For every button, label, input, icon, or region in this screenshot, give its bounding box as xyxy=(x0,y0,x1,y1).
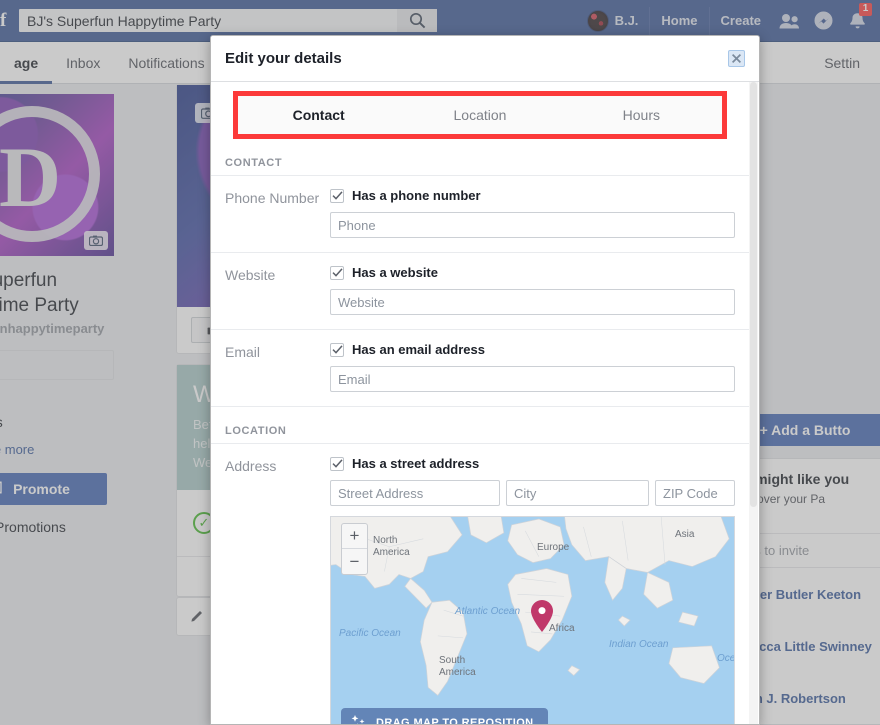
field-label-email: Email xyxy=(225,342,330,392)
checkbox-has-street-address[interactable] xyxy=(330,457,344,471)
tab-location[interactable]: Location xyxy=(399,107,560,123)
map-label-south-america: SouthAmerica xyxy=(439,655,476,679)
checkbox-line-website[interactable]: Has a website xyxy=(330,265,735,280)
dialog-scrollbar-thumb[interactable] xyxy=(750,82,757,507)
field-row-website: Website Has a website xyxy=(211,253,749,330)
field-label-address: Address xyxy=(225,456,330,724)
field-row-address: Address Has a street address xyxy=(211,444,749,724)
field-label-website: Website xyxy=(225,265,330,315)
checkbox-has-website[interactable] xyxy=(330,266,344,280)
map-zoom-controls[interactable]: + − xyxy=(341,523,368,575)
map-label-atlantic-ocean: Atlantic Ocean xyxy=(455,606,520,617)
close-icon[interactable] xyxy=(728,50,745,67)
city-input[interactable] xyxy=(506,480,649,506)
drag-map-hint: DRAG MAP TO REPOSITION xyxy=(341,708,548,724)
map-label-asia: Asia xyxy=(675,529,694,540)
checkbox-label-has-email: Has an email address xyxy=(352,342,485,357)
checkbox-label-has-street-address: Has a street address xyxy=(352,456,479,471)
section-heading-contact: CONTACT xyxy=(211,139,749,176)
dialog-title: Edit your details xyxy=(225,50,342,67)
dialog-body: Contact Location Hours CONTACT Phone Num… xyxy=(211,82,759,724)
field-controls-address: Has a street address xyxy=(330,456,735,724)
checkbox-label-has-phone: Has a phone number xyxy=(352,188,481,203)
sparkle-icon xyxy=(351,715,368,724)
street-address-input[interactable] xyxy=(330,480,500,506)
map-label-europe: Europe xyxy=(537,542,569,553)
dialog-scrollbar[interactable] xyxy=(749,82,758,724)
checkbox-line-phone[interactable]: Has a phone number xyxy=(330,188,735,203)
dialog-scroll-region: Contact Location Hours CONTACT Phone Num… xyxy=(211,82,759,724)
dialog-header: Edit your details xyxy=(211,36,759,82)
map-label-north-america: NorthAmerica xyxy=(373,535,410,559)
field-row-email: Email Has an email address xyxy=(211,330,749,407)
checkbox-line-email[interactable]: Has an email address xyxy=(330,342,735,357)
edit-details-dialog: Edit your details Contact Location Hours… xyxy=(210,35,760,725)
map-label-pacific-ocean: Pacific Ocean xyxy=(339,628,401,639)
map-zoom-out-button[interactable]: − xyxy=(342,549,367,574)
map-location-pin[interactable] xyxy=(529,599,555,633)
drag-map-label: DRAG MAP TO REPOSITION xyxy=(376,717,534,724)
location-map[interactable]: + − NorthAmerica SouthAmerica Europe Afr… xyxy=(330,516,735,724)
tab-contact[interactable]: Contact xyxy=(238,107,399,123)
checkbox-has-email[interactable] xyxy=(330,343,344,357)
checkbox-line-address[interactable]: Has a street address xyxy=(330,456,735,471)
tab-hours[interactable]: Hours xyxy=(561,107,722,123)
checkbox-has-phone[interactable] xyxy=(330,189,344,203)
section-heading-location: LOCATION xyxy=(211,407,749,444)
zip-code-input[interactable] xyxy=(655,480,735,506)
phone-input[interactable] xyxy=(330,212,735,238)
dialog-tabs: Contact Location Hours xyxy=(238,96,722,134)
address-input-group xyxy=(330,480,735,506)
website-input[interactable] xyxy=(330,289,735,315)
field-row-phone: Phone Number Has a phone number xyxy=(211,176,749,253)
field-controls-phone: Has a phone number xyxy=(330,188,735,238)
field-label-phone: Phone Number xyxy=(225,188,330,238)
field-controls-email: Has an email address xyxy=(330,342,735,392)
email-input[interactable] xyxy=(330,366,735,392)
map-label-ocean: Ocean xyxy=(717,653,735,664)
map-label-indian-ocean: Indian Ocean xyxy=(609,639,669,650)
checkbox-label-has-website: Has a website xyxy=(352,265,438,280)
tabs-highlight-box: Contact Location Hours xyxy=(233,91,727,139)
app-root: D J's Superfun appytime Party superfunha… xyxy=(0,0,880,725)
map-zoom-in-button[interactable]: + xyxy=(342,524,367,549)
field-controls-website: Has a website xyxy=(330,265,735,315)
